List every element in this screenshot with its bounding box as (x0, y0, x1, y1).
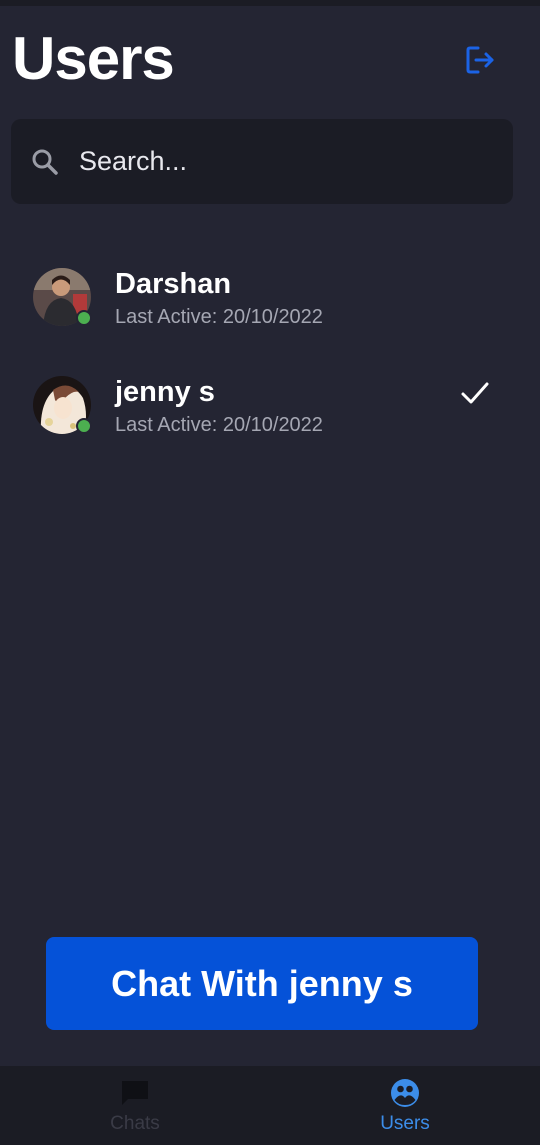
logout-icon (466, 46, 494, 74)
search-bar[interactable] (11, 119, 513, 204)
page-title: Users (12, 25, 175, 92)
avatar-container (33, 376, 92, 434)
online-status-indicator (76, 310, 92, 326)
user-list-item[interactable]: jenny s Last Active: 20/10/2022 (0, 376, 540, 476)
user-name: Darshan (115, 268, 232, 300)
user-list-item[interactable]: Darshan Last Active: 20/10/2022 (0, 268, 540, 368)
avatar-container (33, 268, 92, 326)
status-bar (0, 0, 540, 6)
logout-button[interactable] (460, 42, 500, 78)
online-status-indicator (76, 418, 92, 434)
nav-tab-users[interactable]: Users (270, 1066, 540, 1145)
last-active-text: Last Active: 20/10/2022 (115, 306, 323, 328)
nav-tab-chats[interactable]: Chats (0, 1066, 270, 1145)
chat-icon (122, 1081, 148, 1105)
users-icon (391, 1079, 419, 1107)
nav-label-chats: Chats (110, 1113, 160, 1134)
chat-with-user-button[interactable]: Chat With jenny s (46, 937, 478, 1030)
search-icon (29, 146, 61, 178)
check-icon (461, 382, 489, 404)
search-input[interactable] (77, 145, 461, 178)
user-name: jenny s (115, 376, 215, 408)
nav-label-users: Users (380, 1113, 430, 1134)
last-active-text: Last Active: 20/10/2022 (115, 414, 323, 436)
bottom-navigation: Chats Users (0, 1066, 540, 1145)
